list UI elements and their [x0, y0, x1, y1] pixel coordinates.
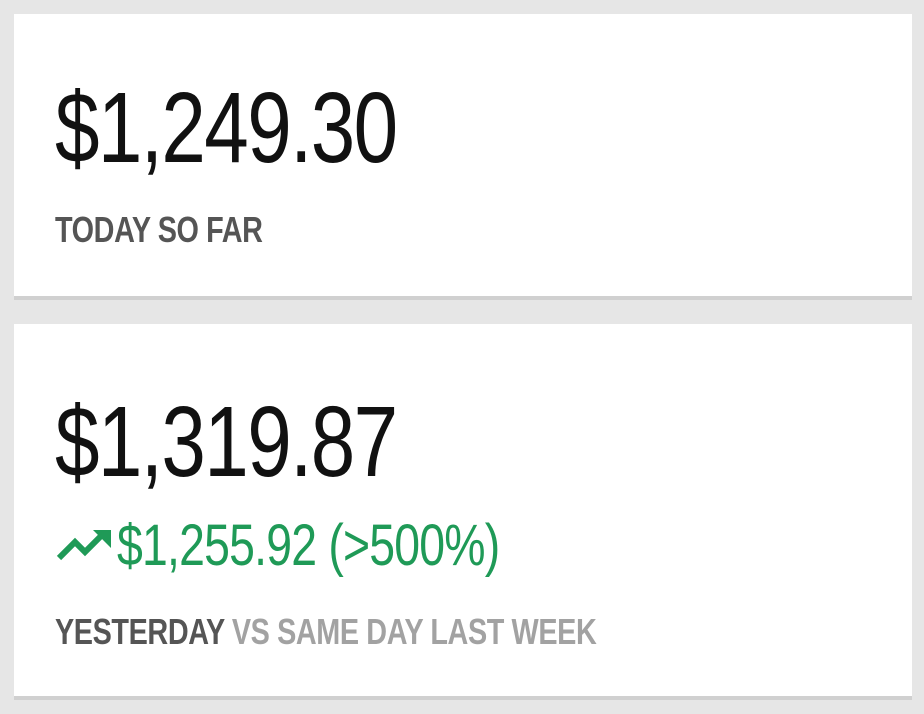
today-label: TODAY SO FAR [55, 209, 263, 250]
today-amount: $1,249.30 [55, 72, 398, 184]
trending-up-icon [55, 528, 113, 564]
yesterday-label-secondary: VS SAME DAY LAST WEEK [224, 611, 597, 652]
change-amount: $1,255.92 (>500%) [117, 513, 500, 578]
yesterday-label-primary: YESTERDAY [55, 611, 225, 652]
yesterday-amount: $1,319.87 [55, 386, 398, 498]
yesterday-label: YESTERDAY VS SAME DAY LAST WEEK [55, 611, 597, 652]
today-earnings-card[interactable]: $1,249.30 TODAY SO FAR [14, 14, 912, 296]
change-indicator: $1,255.92 (>500%) [55, 516, 595, 576]
yesterday-earnings-card[interactable]: $1,319.87 $1,255.92 (>500%) YESTERDAY VS… [14, 324, 912, 696]
